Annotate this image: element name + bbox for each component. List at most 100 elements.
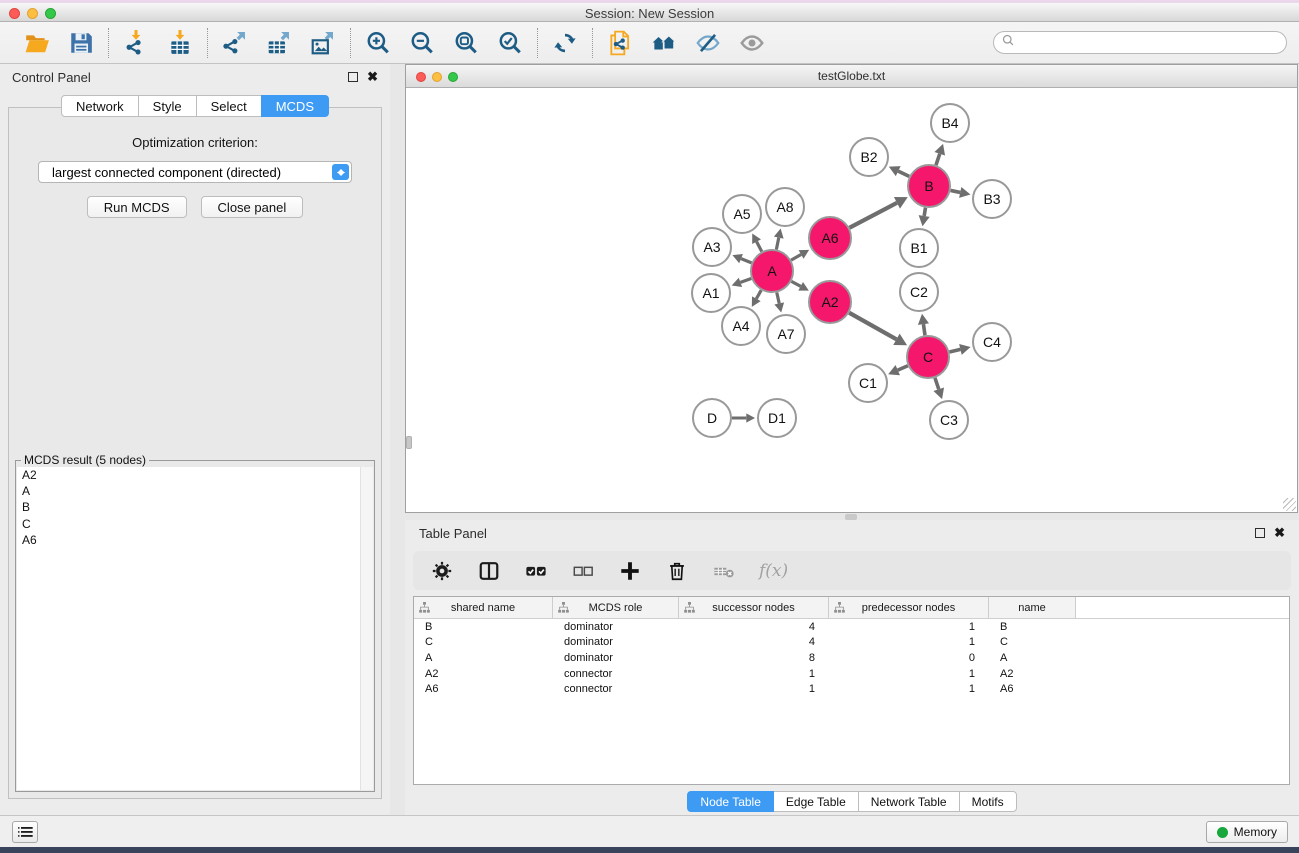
graph-arrowhead-icon [919, 215, 930, 226]
graph-node-label: A5 [733, 206, 750, 222]
export-image-icon[interactable] [309, 29, 337, 57]
graph-edge-B-B3[interactable] [951, 190, 961, 192]
show-graphics-details-icon[interactable] [738, 29, 766, 57]
graph-node-label: A [767, 263, 777, 279]
search-input[interactable] [1016, 36, 1279, 50]
table-cell: C [989, 636, 1076, 648]
zoom-out-icon[interactable] [408, 29, 436, 57]
column-header-predecessor-nodes[interactable]: predecessor nodes [829, 597, 989, 618]
graph-edge-C-C3[interactable] [935, 378, 939, 389]
zoom-in-icon[interactable] [364, 29, 392, 57]
table-tab-node-table[interactable]: Node Table [687, 791, 774, 812]
tab-network[interactable]: Network [61, 95, 139, 117]
control-panel-tabs: NetworkStyleSelectMCDS [0, 95, 390, 117]
graph-edge-B-B1[interactable] [924, 208, 925, 216]
deselect-all-icon[interactable] [571, 559, 595, 583]
table-tab-motifs[interactable]: Motifs [959, 791, 1017, 812]
hide-graphics-details-icon[interactable] [694, 29, 722, 57]
graph-edge-B-B4[interactable] [936, 154, 940, 165]
table-cell: 1 [679, 668, 829, 680]
graph-node-label: D1 [768, 410, 786, 426]
import-network-icon[interactable] [122, 29, 150, 57]
close-panel-button[interactable]: Close panel [201, 196, 304, 218]
graph-edge-A-A2[interactable] [791, 281, 800, 286]
close-panel-icon[interactable]: ✖ [367, 72, 378, 82]
memory-button[interactable]: Memory [1206, 821, 1288, 843]
settings-icon[interactable] [430, 559, 454, 583]
graph-edge-A-A8[interactable] [776, 238, 778, 250]
tab-style[interactable]: Style [138, 95, 197, 117]
table-float-panel-icon[interactable] [1255, 528, 1265, 538]
column-header-name[interactable]: name [989, 597, 1076, 618]
task-history-button[interactable] [12, 821, 38, 843]
graph-edge-A-A5[interactable] [757, 242, 762, 252]
table-close-panel-icon[interactable]: ✖ [1274, 528, 1285, 538]
open-session-icon[interactable] [23, 29, 51, 57]
network-vertical-scrollbar[interactable] [406, 436, 412, 449]
graph-node-label: B4 [941, 115, 958, 131]
criterion-select[interactable]: largest connected component (directed) [38, 161, 352, 183]
graph-edge-A-A7[interactable] [777, 292, 779, 303]
tab-mcds[interactable]: MCDS [261, 95, 329, 117]
network-resize-grip[interactable] [1283, 498, 1296, 511]
column-view-icon[interactable] [477, 559, 501, 583]
import-table-icon[interactable] [166, 29, 194, 57]
table-row[interactable]: A2connector11A2 [414, 666, 1289, 682]
function-builder-button[interactable]: f(x) [759, 561, 788, 581]
search-field[interactable] [993, 31, 1287, 54]
graph-edge-A-A3[interactable] [741, 259, 752, 263]
save-session-icon[interactable] [67, 29, 95, 57]
table-cell: 1 [829, 683, 989, 695]
float-panel-icon[interactable] [348, 72, 358, 82]
add-row-icon[interactable] [618, 559, 642, 583]
attribute-type-icon [834, 602, 845, 616]
delete-row-icon[interactable] [665, 559, 689, 583]
mcds-result-item[interactable]: A [17, 483, 373, 499]
table-tab-edge-table[interactable]: Edge Table [773, 791, 859, 812]
tab-select[interactable]: Select [196, 95, 262, 117]
show-all-networks-icon[interactable] [650, 29, 678, 57]
column-header-shared-name[interactable]: shared name [414, 597, 553, 618]
column-header-successor-nodes[interactable]: successor nodes [679, 597, 829, 618]
select-all-icon[interactable] [524, 559, 548, 583]
table-tab-network-table[interactable]: Network Table [858, 791, 960, 812]
mcds-result-item[interactable]: A6 [17, 532, 373, 548]
graph-edge-A-A4[interactable] [756, 290, 761, 299]
zoom-fit-icon[interactable] [452, 29, 480, 57]
duplicate-network-icon[interactable] [606, 29, 634, 57]
delete-table-icon[interactable] [712, 559, 736, 583]
result-scrollbar[interactable] [360, 467, 373, 790]
table-row[interactable]: A6connector11A6 [414, 681, 1289, 697]
graph-edge-C-C2[interactable] [923, 324, 925, 335]
graph-edge-C-C4[interactable] [949, 349, 960, 352]
apply-layout-icon[interactable] [551, 29, 579, 57]
table-cell: connector [553, 683, 679, 695]
network-canvas[interactable]: B4B2BB3A8A5A6A3B1AC2A1A2A4A7C4CC1DD1C3 [406, 88, 1297, 512]
graph-node-label: D [707, 410, 717, 426]
mcds-result-list: A2ABCA6 [17, 467, 373, 790]
table-cell: 1 [679, 683, 829, 695]
graph-node-label: C1 [859, 375, 877, 391]
zoom-selected-icon[interactable] [496, 29, 524, 57]
run-mcds-button[interactable]: Run MCDS [87, 196, 187, 218]
table-row[interactable]: Adominator80A [414, 650, 1289, 666]
graph-edge-C-C1[interactable] [898, 366, 908, 370]
export-table-icon[interactable] [265, 29, 293, 57]
table-panel-title: Table Panel [419, 526, 487, 541]
graph-node-label: C3 [940, 412, 958, 428]
graph-arrowhead-icon [746, 413, 755, 422]
mcds-result-item[interactable]: A2 [17, 467, 373, 483]
table-row[interactable]: Cdominator41C [414, 635, 1289, 651]
graph-edge-B-B2[interactable] [898, 171, 909, 176]
graph-edge-A-A6[interactable] [791, 254, 801, 260]
table-cell: B [414, 621, 553, 633]
graph-edge-A2-C[interactable] [849, 313, 896, 340]
mcds-result-item[interactable]: B [17, 499, 373, 515]
export-network-icon[interactable] [221, 29, 249, 57]
mcds-result-item[interactable]: C [17, 516, 373, 532]
graph-edge-A6-B[interactable] [849, 203, 896, 228]
mcds-result-box: MCDS result (5 nodes) A2ABCA6 [15, 453, 375, 792]
column-header-MCDS-role[interactable]: MCDS role [553, 597, 679, 618]
graph-edge-A-A1[interactable] [740, 278, 751, 282]
table-row[interactable]: Bdominator41B [414, 619, 1289, 635]
